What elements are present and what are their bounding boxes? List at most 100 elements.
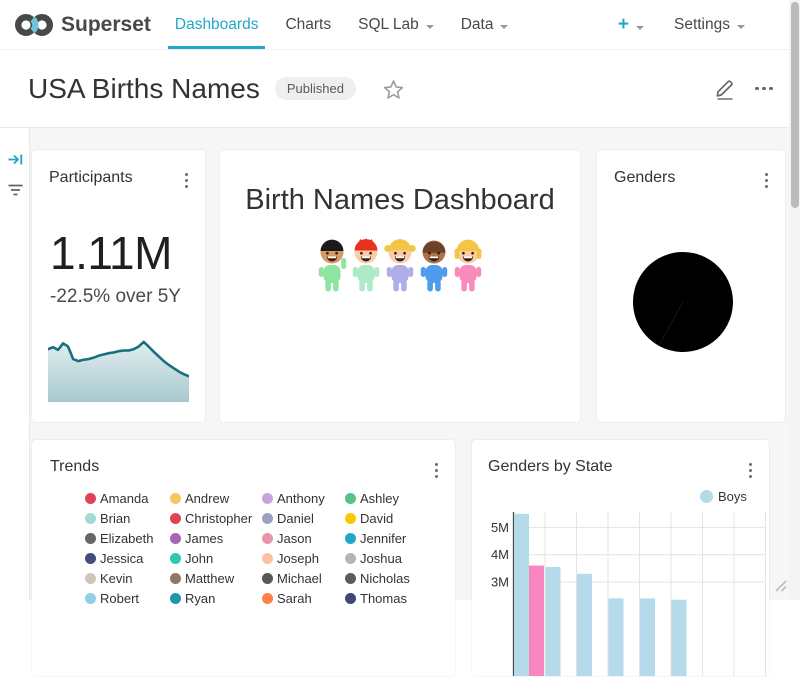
series-label: Jennifer [360, 531, 406, 546]
series-label: Nicholas [360, 571, 410, 586]
legend-item[interactable]: Kevin [85, 568, 170, 588]
series-label: James [185, 531, 223, 546]
page-scrollbar-track [789, 0, 800, 600]
series-color-dot [85, 553, 96, 564]
nav-charts[interactable]: Charts [285, 0, 331, 49]
new-item-button[interactable]: + [618, 0, 644, 49]
legend-item[interactable]: Nicholas [345, 568, 410, 588]
trendline-sparkline [48, 336, 189, 402]
series-label: Daniel [277, 511, 314, 526]
legend-item[interactable]: Michael [262, 568, 345, 588]
brand-name[interactable]: Superset [61, 13, 151, 37]
nav-sql-lab[interactable]: SQL Lab [358, 0, 434, 49]
series-color-dot [700, 490, 713, 503]
settings-menu[interactable]: Settings [674, 0, 745, 49]
navbar-right: + Settings [618, 0, 800, 49]
series-color-dot [85, 593, 96, 604]
legend-item[interactable]: Amanda [85, 488, 170, 508]
series-label: Matthew [185, 571, 234, 586]
series-color-dot [262, 513, 273, 524]
series-label: Jessica [100, 551, 143, 566]
chart-title: Genders [614, 169, 675, 187]
nav-sql-lab-label: SQL Lab [358, 16, 419, 33]
baby-figure [349, 238, 383, 294]
legend-item[interactable]: Robert [85, 588, 170, 608]
page-title: USA Births Names [28, 73, 260, 105]
series-color-dot [262, 553, 273, 564]
header-actions [714, 50, 775, 127]
nav-dashboards[interactable]: Dashboards [175, 0, 259, 49]
series-label: Elizabeth [100, 531, 153, 546]
legend-item[interactable]: Joseph [262, 548, 345, 568]
chart-menu-kebab-icon[interactable] [180, 170, 193, 191]
chart-menu-kebab-icon[interactable] [430, 460, 443, 481]
legend-item[interactable]: Jennifer [345, 528, 410, 548]
legend-item[interactable]: James [170, 528, 262, 548]
series-color-dot [262, 493, 273, 504]
legend-item[interactable]: Matthew [170, 568, 262, 588]
more-options-icon[interactable] [753, 81, 775, 97]
resize-handle-icon[interactable] [773, 578, 787, 597]
sparkline-svg [48, 336, 189, 402]
chevron-down-icon [426, 25, 434, 29]
nav-charts-label: Charts [285, 16, 331, 33]
legend-item[interactable]: David [345, 508, 410, 528]
series-label: Kevin [100, 571, 133, 586]
legend-item[interactable]: Daniel [262, 508, 345, 528]
genders-by-state-bar-chart[interactable]: 5M4M3M [472, 440, 769, 676]
legend-item[interactable]: Joshua [345, 548, 410, 568]
series-label: Brian [100, 511, 130, 526]
superset-logo-icon[interactable] [14, 11, 54, 39]
big-number-subheader: -22.5% over 5Y [50, 286, 181, 308]
series-color-dot [345, 513, 356, 524]
svg-text:3M: 3M [491, 575, 509, 590]
series-color-dot [262, 573, 273, 584]
series-label: Ashley [360, 491, 399, 506]
legend-item[interactable]: Ashley [345, 488, 410, 508]
legend-item[interactable]: Ryan [170, 588, 262, 608]
genders-card: Genders [597, 150, 785, 422]
genders-pie-chart[interactable] [628, 247, 738, 357]
filter-bar-collapsed [0, 128, 30, 600]
legend-item[interactable]: Brian [85, 508, 170, 528]
series-color-dot [170, 533, 181, 544]
legend-item[interactable]: Jason [262, 528, 345, 548]
baby-figure [417, 238, 451, 294]
expand-filters-icon[interactable] [7, 152, 24, 172]
big-number-value: 1.11M [50, 226, 172, 280]
series-color-dot [345, 573, 356, 584]
series-color-dot [262, 593, 273, 604]
series-label: David [360, 511, 393, 526]
legend-item[interactable]: John [170, 548, 262, 568]
legend-item[interactable]: Boys [700, 489, 747, 504]
pie-svg[interactable] [628, 247, 738, 357]
filter-lines-icon[interactable] [7, 183, 24, 202]
edit-pencil-icon[interactable] [714, 77, 736, 101]
page-scrollbar-thumb[interactable] [791, 2, 799, 208]
baby-figure [383, 238, 417, 294]
series-color-dot [345, 493, 356, 504]
legend-item[interactable]: Thomas [345, 588, 410, 608]
legend-item[interactable]: Elizabeth [85, 528, 170, 548]
chart-menu-kebab-icon[interactable] [760, 170, 773, 191]
legend-item[interactable]: Andrew [170, 488, 262, 508]
series-label: Thomas [360, 591, 407, 606]
series-color-dot [170, 493, 181, 504]
bar-chart-svg[interactable]: 5M4M3M [472, 440, 769, 676]
series-color-dot [170, 593, 181, 604]
published-badge[interactable]: Published [275, 77, 356, 100]
nav-data[interactable]: Data [461, 0, 509, 49]
genders-by-state-card: Genders by State 5M4M3M Boys [472, 440, 769, 676]
legend-item[interactable]: Anthony [262, 488, 345, 508]
dashboard-grid: Participants 1.11M -22.5% over 5Y Birth … [0, 128, 800, 600]
chevron-down-icon [737, 25, 745, 29]
series-color-dot [262, 533, 273, 544]
legend-item[interactable]: Sarah [262, 588, 345, 608]
legend-item[interactable]: Christopher [170, 508, 262, 528]
legend-item[interactable]: Jessica [85, 548, 170, 568]
series-color-dot [345, 533, 356, 544]
favorite-star-icon[interactable] [383, 79, 404, 99]
series-label: Andrew [185, 491, 229, 506]
baby-figure [451, 238, 485, 294]
chart-title: Participants [49, 169, 133, 187]
